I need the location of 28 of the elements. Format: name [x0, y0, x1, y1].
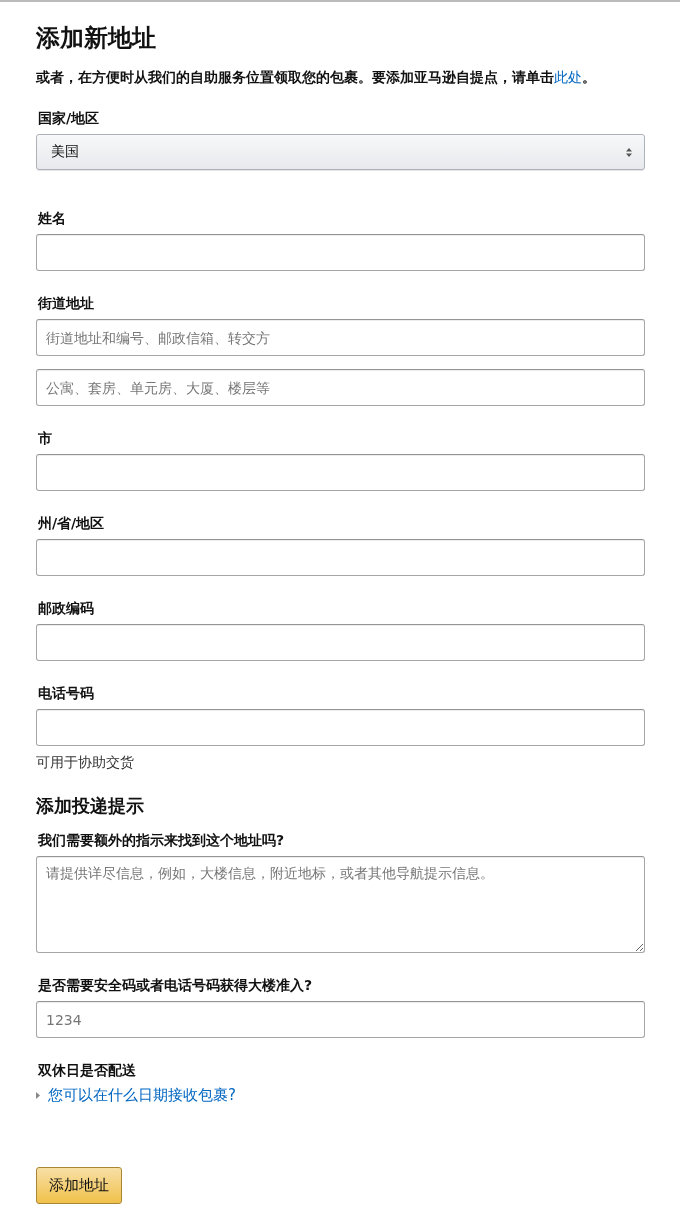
input-field[interactable] [36, 624, 645, 661]
input-field[interactable] [36, 454, 645, 491]
here-link[interactable]: 此处 [554, 69, 582, 85]
disclosure-link[interactable]: 您可以在什么日期接收包裹? [48, 1086, 236, 1105]
field-label: 街道地址 [38, 294, 95, 313]
field-hint: 可用于协助交货 [36, 754, 135, 772]
input-field[interactable] [36, 539, 645, 576]
text-area[interactable]: 请提供详尽信息，例如，大楼信息，附近地标，或者其他导航提示信息。 [36, 856, 645, 953]
input-field[interactable]: 街道地址和编号、邮政信箱、转交方 [36, 319, 645, 356]
intro-text: 或者，在方便时从我们的自助服务位置领取您的包裹。要添加亚马逊自提点，请单击此处。 [36, 68, 597, 87]
field-label: 双休日是否配送 [38, 1061, 137, 1080]
section-heading: 添加投递提示 [36, 794, 145, 818]
add-address-button[interactable]: 添加地址 [36, 1167, 122, 1204]
field-label: 姓名 [38, 209, 67, 228]
field-label: 市 [38, 429, 53, 448]
field-label: 国家/地区 [38, 109, 101, 128]
field-label: 我们需要额外的指示来找到这个地址吗? [38, 831, 286, 850]
country-dropdown[interactable]: 美国 [36, 134, 645, 170]
input-field[interactable]: 1234 [36, 1001, 645, 1038]
input-field[interactable] [36, 234, 645, 271]
field-label: 州/省/地区 [38, 514, 106, 533]
field-label: 邮政编码 [38, 599, 95, 618]
field-label: 是否需要安全码或者电话号码获得大楼准入? [38, 976, 314, 995]
input-field[interactable]: 公寓、套房、单元房、大厦、楼层等 [36, 369, 645, 406]
field-label: 电话号码 [38, 684, 95, 703]
sort-arrows-icon [626, 147, 632, 157]
input-field[interactable] [36, 709, 645, 746]
page-title: 添加新地址 [36, 23, 157, 54]
